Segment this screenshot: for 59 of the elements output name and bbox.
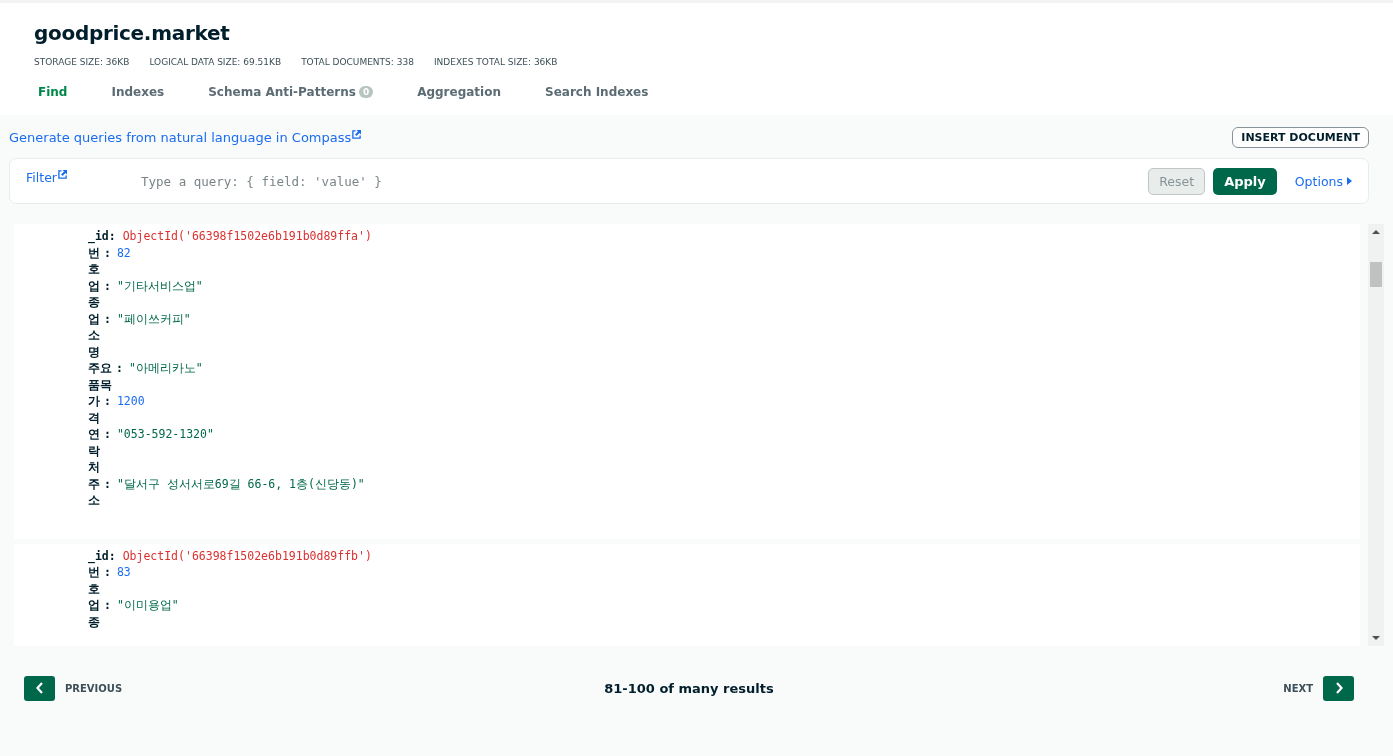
query-field[interactable]: Type a query: { field: 'value' } <box>141 173 1139 189</box>
stat-text: INDEXES TOTAL SIZE: 36KB <box>433 57 558 67</box>
previous-button[interactable] <box>24 675 55 701</box>
field-key: 주요품목 <box>88 360 112 393</box>
chevron-right-icon <box>1334 682 1343 694</box>
field-value: "이미용업" <box>116 597 179 614</box>
chevron-left-icon <box>35 682 44 694</box>
field-value: 83 <box>116 564 131 581</box>
caret-icon <box>1347 177 1352 185</box>
field-value: ObjectId('66398f1502e6b191b0d89ffa') <box>122 228 372 245</box>
previous-link[interactable]: PREVIOUS <box>65 682 123 694</box>
external-link-icon <box>352 129 362 139</box>
colon-text: : <box>104 564 111 581</box>
field-value: 1200 <box>116 393 145 410</box>
colon-text: : <box>104 475 111 492</box>
insert-document-button[interactable]: INSERT DOCUMENT <box>1232 126 1369 148</box>
field-key: 연락처 <box>88 426 100 476</box>
field-value: "달서구 성서서로69길 66-6, 1층(신당동)" <box>116 475 365 492</box>
stat-text: TOTAL DOCUMENTS: 338 <box>301 57 414 67</box>
field-key: 번호 <box>88 564 100 597</box>
colon-text: : <box>104 244 111 261</box>
field-key: _id: <box>88 228 116 245</box>
options-button[interactable]: Options <box>1294 173 1352 189</box>
stat-text: LOGICAL DATA SIZE: 69.51KB <box>149 57 282 67</box>
field-key: 번호 <box>88 244 100 278</box>
count-badge: 0 <box>358 86 374 98</box>
colon-text: : <box>104 277 111 294</box>
next-link[interactable]: NEXT <box>1283 682 1313 694</box>
field-value: 82 <box>116 244 131 261</box>
field-key: 업소명 <box>88 310 100 360</box>
field-key: 주소 <box>88 475 100 509</box>
filter-bar[interactable]: Filter Type a query: { field: 'value' } Reset Apply Options <box>9 158 1369 204</box>
colon-text: : <box>104 310 111 327</box>
field-key: 업종 <box>88 277 100 311</box>
tab[interactable]: Search Indexes <box>545 81 649 103</box>
tab[interactable]: Find <box>38 81 68 103</box>
tab[interactable]: Indexes <box>111 81 165 103</box>
tab[interactable]: Schema Anti-Patterns 0 <box>208 81 374 103</box>
field-key: _id: <box>88 547 116 564</box>
field-value: "기타서비스업" <box>116 277 203 294</box>
colon-text: : <box>104 393 111 410</box>
results-summary: 81-100 of many results <box>604 680 774 696</box>
filter-link[interactable]: Filter <box>26 169 141 185</box>
colon-text: : <box>104 426 111 443</box>
next-button[interactable] <box>1323 675 1354 701</box>
field-key: 가격 <box>88 393 100 426</box>
field-value: "053-592-1320" <box>116 426 214 443</box>
field-value: ObjectId('66398f1502e6b191b0d89ffb') <box>122 547 372 564</box>
tab[interactable]: Aggregation <box>417 81 501 103</box>
colon-text: : <box>116 360 123 377</box>
field-key: 업종 <box>88 597 100 630</box>
collection-title: goodprice.market <box>34 21 231 45</box>
external-link-icon <box>57 169 67 179</box>
apply-button[interactable]: Apply <box>1213 167 1277 195</box>
colon-text: : <box>104 597 111 614</box>
field-value: "아메리카노" <box>128 360 203 377</box>
field-value: "페이쓰커피" <box>116 310 191 327</box>
stat-text: STORAGE SIZE: 36KB <box>34 57 130 67</box>
compass-link[interactable]: Generate queries from natural language in Compass <box>9 129 362 145</box>
